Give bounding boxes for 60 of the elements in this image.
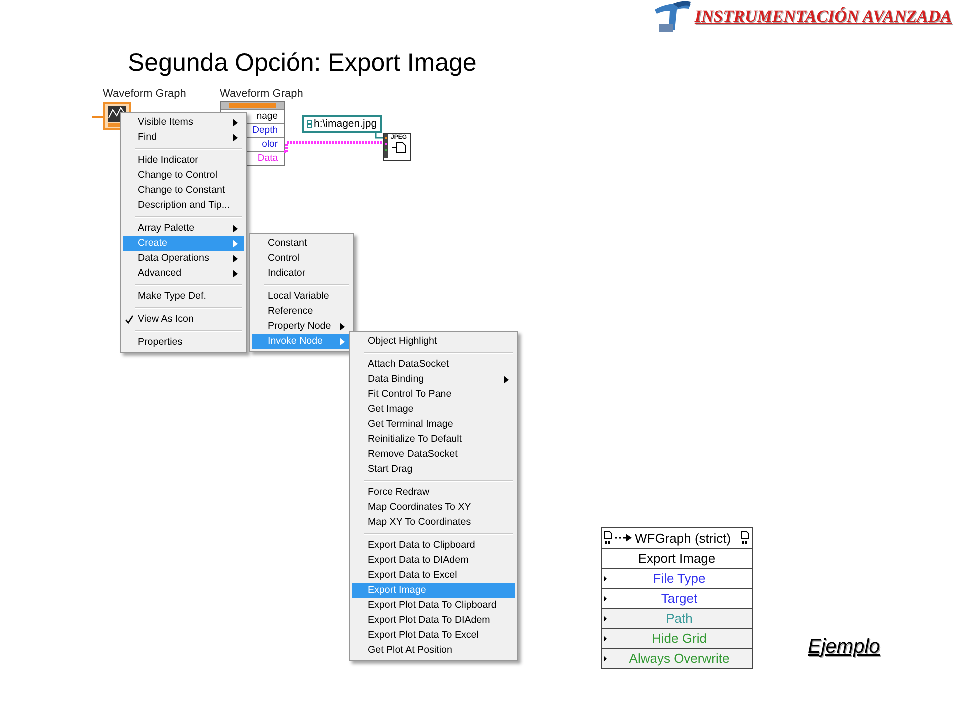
menu-item[interactable]: Export Data to DIAdem <box>352 553 515 568</box>
menu-item[interactable]: Array Palette <box>123 221 244 236</box>
terminal-label: Waveform Graph <box>103 88 186 100</box>
reference-out-icon <box>741 531 750 545</box>
parameter-name: Target <box>660 591 699 606</box>
menu-item[interactable]: Reinitialize To Default <box>352 432 515 447</box>
input-terminal-icon <box>604 576 607 582</box>
menu-item[interactable]: Data Binding <box>352 372 515 387</box>
menu-item[interactable]: Fit Control To Pane <box>352 387 515 402</box>
menu-item[interactable]: Map XY To Coordinates <box>352 515 515 530</box>
menu-item[interactable]: Description and Tip... <box>123 198 244 213</box>
menu-item[interactable]: Export Plot Data To DIAdem <box>352 613 515 628</box>
menu-item[interactable]: Change to Constant <box>123 183 244 198</box>
file-icon <box>391 142 407 154</box>
menu-item[interactable]: Map Coordinates To XY <box>352 500 515 515</box>
menu-item[interactable]: Reference <box>252 304 351 319</box>
parameter-name: Hide Grid <box>651 631 708 646</box>
menu-item[interactable]: Export Data to Clipboard <box>352 538 515 553</box>
menu-item[interactable]: Change to Control <box>123 168 244 183</box>
node-title: WFGraph (strict) <box>635 530 732 546</box>
menu-item[interactable]: Control <box>252 251 351 266</box>
path-icon <box>307 120 313 128</box>
menu-item[interactable]: Indicator <box>252 266 351 281</box>
menu-item[interactable]: Local Variable <box>252 289 351 304</box>
menu-item[interactable]: Object Highlight <box>352 334 515 349</box>
menu-item[interactable]: Get Image <box>352 402 515 417</box>
menu-item[interactable]: Get Terminal Image <box>352 417 515 432</box>
connector-pane-icon <box>384 134 388 158</box>
menu-item[interactable]: Export Plot Data To Excel <box>352 628 515 643</box>
input-terminal-icon <box>604 596 607 602</box>
menu-item[interactable]: Advanced <box>123 266 244 281</box>
menu-item[interactable]: Make Type Def. <box>123 289 244 304</box>
menu-item[interactable]: View As Icon <box>123 312 244 327</box>
parameter-name: Always Overwrite <box>628 651 731 666</box>
menu-item[interactable]: Properties <box>123 335 244 350</box>
input-terminal-icon <box>604 656 607 662</box>
menu-item[interactable]: Remove DataSocket <box>352 447 515 462</box>
menu-item[interactable]: Export Data to Excel <box>352 568 515 583</box>
arrow-icon <box>615 534 633 542</box>
node-label: Waveform Graph <box>220 88 304 100</box>
input-terminal-icon <box>604 616 607 622</box>
menu-item[interactable]: Force Redraw <box>352 485 515 500</box>
example-link[interactable]: Ejemplo <box>808 636 880 659</box>
path-value: h:\imagen.jpg <box>314 118 378 130</box>
slide-title: Segunda Opción: Export Image <box>127 49 478 78</box>
method-name: Export Image <box>602 549 752 569</box>
menu-item[interactable]: Property Node <box>252 319 351 334</box>
logo-text: INSTRUMENTACIÓN AVANZADA <box>694 7 952 27</box>
menu-item[interactable]: Constant <box>252 236 351 251</box>
node-header-icon <box>221 102 284 109</box>
input-terminal-icon <box>604 636 607 642</box>
menu-item[interactable]: Export Plot Data To Clipboard <box>352 598 515 613</box>
menu-item[interactable]: Data Operations <box>123 251 244 266</box>
menu-item[interactable]: Start Drag <box>352 462 515 477</box>
menu-item[interactable]: Get Plot At Position <box>352 643 515 658</box>
parameter-name: File Type <box>652 571 707 586</box>
reference-in-icon <box>604 531 613 545</box>
menu-item[interactable]: Attach DataSocket <box>352 357 515 372</box>
parameter-name: Path <box>665 611 694 626</box>
faculty-logo-icon <box>652 0 693 34</box>
